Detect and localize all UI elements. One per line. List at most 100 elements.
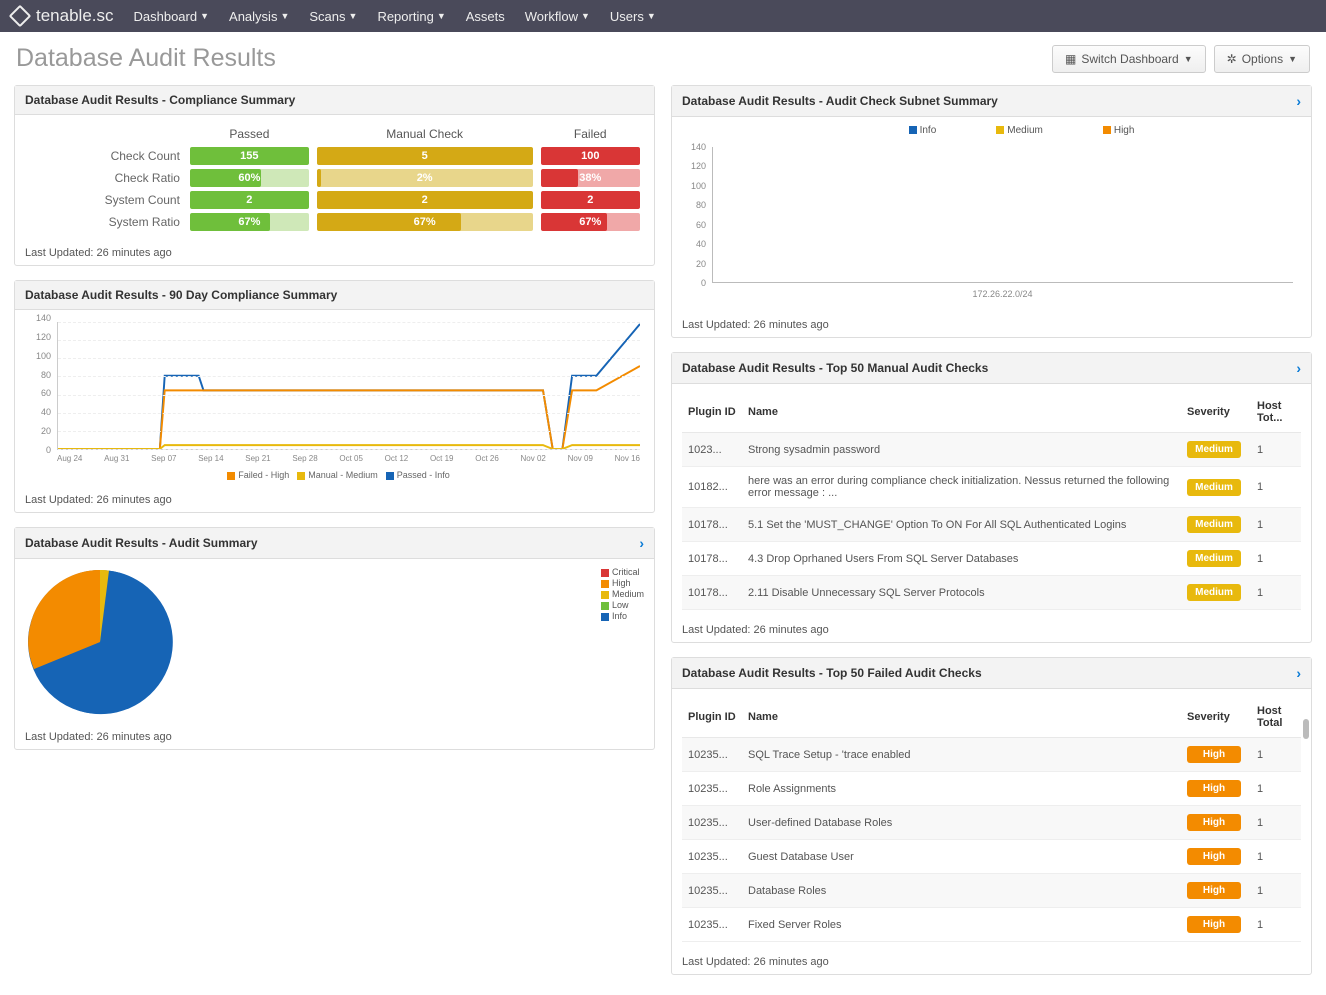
metric-bar[interactable]: 2%	[317, 169, 533, 187]
x-tick: Sep 07	[151, 454, 176, 468]
cell-plugin-id: 1023...	[682, 433, 742, 467]
col-header[interactable]: Severity	[1181, 392, 1251, 433]
nav-workflow[interactable]: Workflow ▼	[525, 9, 590, 24]
table-row[interactable]: 10182...here was an error during complia…	[682, 467, 1301, 508]
table-row: System Count222	[25, 189, 644, 211]
metric-bar[interactable]: 60%	[190, 169, 309, 187]
col-header[interactable]: Host Total	[1251, 697, 1301, 738]
col-header[interactable]: Name	[742, 392, 1181, 433]
chevron-right-icon[interactable]: ›	[1296, 665, 1301, 681]
table-row[interactable]: 10178...4.3 Drop Oprhaned Users From SQL…	[682, 542, 1301, 576]
scrollbar[interactable]	[1303, 719, 1309, 739]
y-tick: 80	[696, 200, 706, 210]
legend-label: Passed - Info	[397, 470, 450, 480]
table-row[interactable]: 10235...Fixed Server RolesHigh1	[682, 908, 1301, 942]
caret-down-icon: ▼	[349, 11, 358, 21]
table-row[interactable]: 10235...Guest Database UserHigh1	[682, 840, 1301, 874]
cell-host-total: 1	[1251, 542, 1301, 576]
cell-plugin-id: 10235...	[682, 874, 742, 908]
table-row[interactable]: 1023...Strong sysadmin passwordMedium1	[682, 433, 1301, 467]
cell-severity: Medium	[1181, 542, 1251, 576]
brand[interactable]: tenable.sc	[12, 6, 114, 26]
cell-plugin-id: 10182...	[682, 467, 742, 508]
metric-bar[interactable]: 67%	[541, 213, 640, 231]
metric-bar[interactable]: 67%	[317, 213, 533, 231]
caret-down-icon: ▼	[1184, 54, 1193, 64]
metric-bar[interactable]: 38%	[541, 169, 640, 187]
nav-users[interactable]: Users ▼	[610, 9, 656, 24]
page-header: Database Audit Results ▦ Switch Dashboar…	[0, 32, 1326, 85]
nav-dashboard[interactable]: Dashboard ▼	[134, 9, 210, 24]
table-row: Check Ratio60% 2% 38%	[25, 167, 644, 189]
x-tick: Aug 24	[57, 454, 82, 468]
cell-plugin-id: 10235...	[682, 806, 742, 840]
cell-name: Strong sysadmin password	[742, 433, 1181, 467]
table-row[interactable]: 10235...SQL Trace Setup - 'trace enabled…	[682, 738, 1301, 772]
y-tick: 80	[41, 370, 51, 380]
nav-analysis[interactable]: Analysis ▼	[229, 9, 289, 24]
panel-compliance-summary: Database Audit Results - Compliance Summ…	[14, 85, 655, 266]
severity-badge: High	[1187, 848, 1241, 865]
cell-plugin-id: 10178...	[682, 508, 742, 542]
x-tick: Sep 14	[198, 454, 223, 468]
metric-bar[interactable]: 67%	[190, 213, 309, 231]
panel-failed-checks: Database Audit Results - Top 50 Failed A…	[671, 657, 1312, 975]
cell-host-total: 1	[1251, 908, 1301, 942]
row-label: Check Count	[25, 145, 186, 167]
cell-plugin-id: 10178...	[682, 542, 742, 576]
col-header[interactable]: Host Tot...	[1251, 392, 1301, 433]
cell-host-total: 1	[1251, 467, 1301, 508]
row-label: System Count	[25, 189, 186, 211]
cell-name: 5.1 Set the 'MUST_CHANGE' Option To ON F…	[742, 508, 1181, 542]
y-tick: 40	[696, 239, 706, 249]
cell-name: 4.3 Drop Oprhaned Users From SQL Server …	[742, 542, 1181, 576]
metric-bar[interactable]: 100	[541, 147, 640, 165]
row-label: Check Ratio	[25, 167, 186, 189]
metric-bar[interactable]: 2	[317, 191, 533, 209]
col-header[interactable]: Name	[742, 697, 1181, 738]
legend-swatch	[601, 613, 609, 621]
severity-badge: High	[1187, 882, 1241, 899]
nav-scans[interactable]: Scans ▼	[309, 9, 357, 24]
cell-name: SQL Trace Setup - 'trace enabled	[742, 738, 1181, 772]
col-header[interactable]: Plugin ID	[682, 697, 742, 738]
table-row[interactable]: 10235...Role AssignmentsHigh1	[682, 772, 1301, 806]
last-updated: Last Updated: 26 minutes ago	[672, 618, 1311, 642]
chevron-right-icon[interactable]: ›	[1296, 93, 1301, 109]
nav-assets[interactable]: Assets	[466, 9, 505, 24]
options-button[interactable]: ✲ Options ▼	[1214, 45, 1310, 73]
chevron-right-icon[interactable]: ›	[639, 535, 644, 551]
metric-bar[interactable]: 5	[317, 147, 533, 165]
cell-severity: Medium	[1181, 467, 1251, 508]
nav-reporting[interactable]: Reporting ▼	[377, 9, 445, 24]
cell-host-total: 1	[1251, 806, 1301, 840]
brand-logo-icon	[9, 5, 32, 28]
col-header[interactable]: Severity	[1181, 697, 1251, 738]
switch-dashboard-button[interactable]: ▦ Switch Dashboard ▼	[1052, 45, 1206, 73]
col-header[interactable]: Plugin ID	[682, 392, 742, 433]
last-updated: Last Updated: 26 minutes ago	[15, 241, 654, 265]
x-tick: Oct 26	[475, 454, 499, 468]
bar-x-label: 172.26.22.0/24	[712, 289, 1293, 299]
severity-badge: Medium	[1187, 516, 1241, 533]
table-row[interactable]: 10235...User-defined Database RolesHigh1	[682, 806, 1301, 840]
y-tick: 100	[691, 181, 706, 191]
row-label: System Ratio	[25, 211, 186, 233]
cell-host-total: 1	[1251, 874, 1301, 908]
metric-bar[interactable]: 2	[190, 191, 309, 209]
chevron-right-icon[interactable]: ›	[1296, 360, 1301, 376]
table-row[interactable]: 10235...Database RolesHigh1	[682, 874, 1301, 908]
metric-bar[interactable]: 155	[190, 147, 309, 165]
y-tick: 120	[691, 161, 706, 171]
col-header: Failed	[537, 123, 644, 145]
cell-severity: Medium	[1181, 508, 1251, 542]
series-failed-high	[58, 366, 640, 449]
table-row[interactable]: 10178...5.1 Set the 'MUST_CHANGE' Option…	[682, 508, 1301, 542]
cell-severity: Medium	[1181, 433, 1251, 467]
metric-bar[interactable]: 2	[541, 191, 640, 209]
table-row: System Ratio67%67%67%	[25, 211, 644, 233]
panel-audit-summary: Database Audit Results - Audit Summary ›	[14, 527, 655, 750]
table-row[interactable]: 10178...2.11 Disable Unnecessary SQL Ser…	[682, 576, 1301, 610]
cell-severity: High	[1181, 908, 1251, 942]
gear-icon: ✲	[1227, 52, 1237, 66]
